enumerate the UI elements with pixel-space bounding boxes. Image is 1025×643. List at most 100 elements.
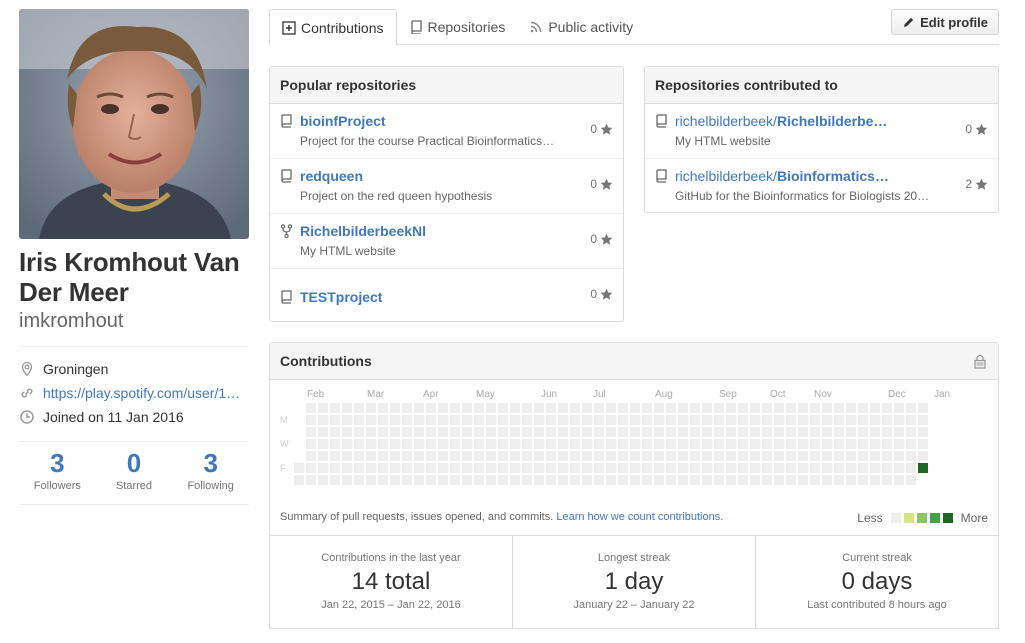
contribution-day[interactable]: [498, 451, 508, 461]
contribution-day[interactable]: [390, 463, 400, 473]
contribution-day[interactable]: [642, 403, 652, 413]
contribution-day[interactable]: [606, 415, 616, 425]
contribution-day[interactable]: [558, 403, 568, 413]
contribution-day[interactable]: [330, 415, 340, 425]
contribution-day[interactable]: [690, 415, 700, 425]
contribution-day[interactable]: [762, 439, 772, 449]
contribution-day[interactable]: [546, 475, 556, 485]
contribution-day[interactable]: [810, 475, 820, 485]
contribution-day[interactable]: [306, 463, 316, 473]
contribution-day[interactable]: [546, 451, 556, 461]
contribution-day[interactable]: [366, 451, 376, 461]
contribution-day[interactable]: [498, 475, 508, 485]
contribution-day[interactable]: [342, 415, 352, 425]
contribution-day[interactable]: [342, 439, 352, 449]
contribution-day[interactable]: [462, 427, 472, 437]
contribution-day[interactable]: [570, 439, 580, 449]
contribution-day[interactable]: [798, 451, 808, 461]
contribution-day[interactable]: [786, 415, 796, 425]
list-item[interactable]: TESTproject 0: [270, 269, 623, 324]
contribution-day[interactable]: [402, 463, 412, 473]
contribution-day[interactable]: [858, 451, 868, 461]
contribution-day[interactable]: [378, 451, 388, 461]
contribution-day[interactable]: [390, 415, 400, 425]
contribution-day[interactable]: [654, 451, 664, 461]
contribution-day[interactable]: [354, 475, 364, 485]
tab-contributions[interactable]: Contributions: [269, 9, 397, 46]
contribution-day[interactable]: [450, 475, 460, 485]
contribution-day[interactable]: [378, 415, 388, 425]
contribution-day[interactable]: [906, 451, 916, 461]
contribution-day[interactable]: [474, 403, 484, 413]
contribution-day[interactable]: [582, 415, 592, 425]
contribution-day[interactable]: [906, 427, 916, 437]
contribution-day[interactable]: [786, 475, 796, 485]
contribution-day[interactable]: [654, 427, 664, 437]
contribution-day[interactable]: [630, 463, 640, 473]
contribution-day[interactable]: [318, 475, 328, 485]
contribution-day[interactable]: [774, 427, 784, 437]
contribution-day[interactable]: [846, 439, 856, 449]
contribution-day[interactable]: [582, 463, 592, 473]
contribution-day[interactable]: [426, 439, 436, 449]
repo-name-link[interactable]: bioinfProject: [300, 112, 530, 130]
repo-name-link[interactable]: redqueen: [300, 167, 530, 185]
contribution-day[interactable]: [474, 415, 484, 425]
lock-icon[interactable]: [974, 354, 986, 369]
website-link[interactable]: https://play.spotify.com/user/1…: [43, 385, 240, 401]
contribution-day[interactable]: [486, 451, 496, 461]
contribution-day[interactable]: [810, 415, 820, 425]
contribution-day[interactable]: [870, 415, 880, 425]
contribution-day[interactable]: [858, 403, 868, 413]
contribution-day[interactable]: [798, 475, 808, 485]
contribution-day[interactable]: [402, 403, 412, 413]
contribution-day[interactable]: [726, 439, 736, 449]
contribution-day[interactable]: [774, 451, 784, 461]
contribution-day[interactable]: [510, 403, 520, 413]
contribution-day[interactable]: [906, 403, 916, 413]
contribution-day[interactable]: [534, 451, 544, 461]
contribution-day[interactable]: [918, 439, 928, 449]
contribution-day[interactable]: [834, 427, 844, 437]
contribution-day[interactable]: [762, 427, 772, 437]
contribution-day[interactable]: [654, 415, 664, 425]
contribution-day[interactable]: [810, 463, 820, 473]
contribution-day[interactable]: [822, 475, 832, 485]
contribution-day[interactable]: [606, 475, 616, 485]
contribution-day[interactable]: [726, 403, 736, 413]
stat-following[interactable]: 3 Following: [172, 448, 249, 492]
contribution-day[interactable]: [798, 463, 808, 473]
contribution-day[interactable]: [630, 451, 640, 461]
contribution-day[interactable]: [630, 475, 640, 485]
contribution-day[interactable]: [522, 415, 532, 425]
contribution-day[interactable]: [558, 415, 568, 425]
contribution-day[interactable]: [678, 463, 688, 473]
contribution-day[interactable]: [510, 415, 520, 425]
contribution-day[interactable]: [774, 475, 784, 485]
stat-starred[interactable]: 0 Starred: [96, 448, 173, 492]
contribution-day[interactable]: [378, 475, 388, 485]
contribution-day[interactable]: [786, 439, 796, 449]
contribution-day[interactable]: [798, 415, 808, 425]
contribution-day[interactable]: [882, 403, 892, 413]
contribution-day[interactable]: [870, 475, 880, 485]
contribution-day[interactable]: [606, 427, 616, 437]
contribution-day[interactable]: [330, 475, 340, 485]
contribution-day[interactable]: [918, 427, 928, 437]
contribution-day[interactable]: [798, 439, 808, 449]
contribution-day[interactable]: [354, 439, 364, 449]
contribution-day[interactable]: [870, 427, 880, 437]
contribution-day[interactable]: [354, 451, 364, 461]
contribution-day[interactable]: [546, 415, 556, 425]
contribution-day[interactable]: [486, 475, 496, 485]
contribution-day[interactable]: [690, 463, 700, 473]
contribution-day[interactable]: [570, 475, 580, 485]
contribution-day[interactable]: [630, 415, 640, 425]
contribution-day[interactable]: [666, 403, 676, 413]
contribution-day[interactable]: [438, 415, 448, 425]
tab-public-activity[interactable]: Public activity: [517, 9, 645, 45]
contribution-day[interactable]: [822, 415, 832, 425]
contribution-day[interactable]: [330, 439, 340, 449]
contribution-day[interactable]: [606, 463, 616, 473]
contribution-day[interactable]: [318, 403, 328, 413]
